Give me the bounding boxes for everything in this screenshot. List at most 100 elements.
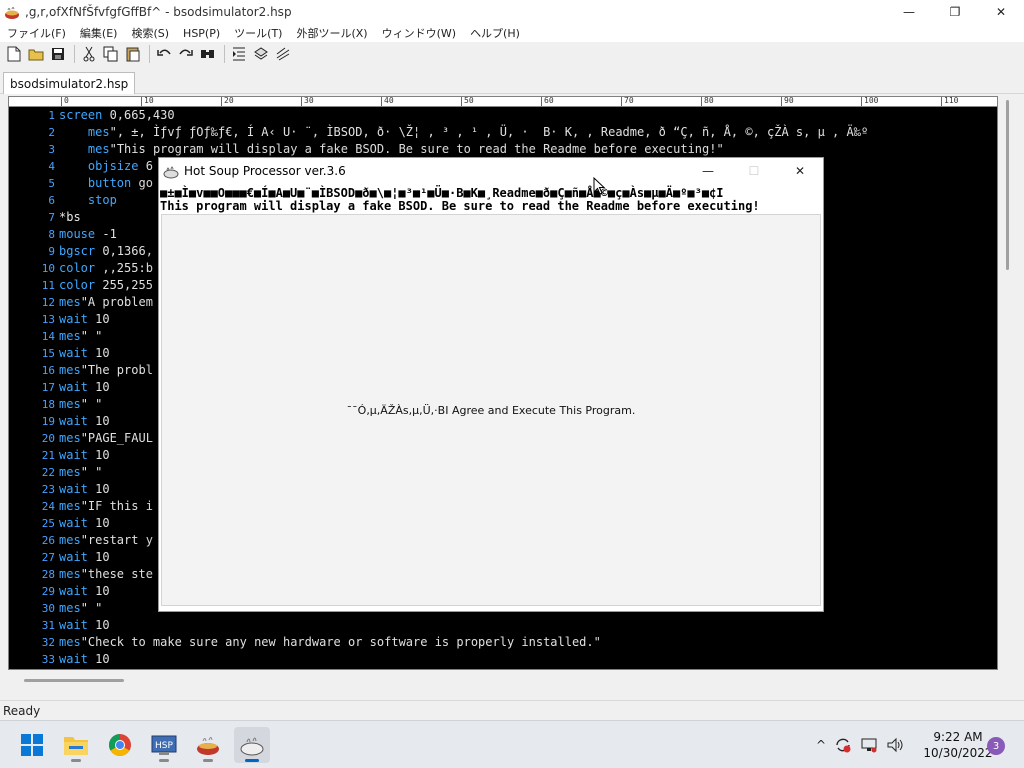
line-number: 3 bbox=[48, 143, 55, 156]
code-token: 0,665,430 bbox=[102, 108, 175, 122]
code-line[interactable]: mes"Check to make sure any new hardware … bbox=[59, 634, 997, 651]
vertical-scrollbar[interactable] bbox=[1000, 96, 1016, 670]
code-line[interactable]: screen 0,665,430 bbox=[59, 107, 997, 124]
redo-icon[interactable] bbox=[176, 44, 196, 64]
open-folder-icon[interactable] bbox=[26, 44, 46, 64]
menu-hsp[interactable]: HSP(P) bbox=[176, 27, 227, 40]
code-token: -1 bbox=[95, 227, 117, 241]
code-line[interactable]: mes"This program will display a fake BSO… bbox=[59, 141, 997, 158]
save-icon[interactable] bbox=[48, 44, 68, 64]
mouse-cursor-icon bbox=[593, 177, 605, 195]
keyword-token: mouse bbox=[59, 227, 96, 241]
hsp-editor-icon[interactable] bbox=[190, 727, 226, 763]
active-indicator bbox=[245, 759, 259, 762]
keyword-token: wait bbox=[59, 414, 88, 428]
close-icon: ✕ bbox=[995, 5, 1007, 19]
dialog-titlebar[interactable]: Hot Soup Processor ver.3.6 — ☐ ✕ bbox=[159, 158, 823, 184]
dialog-close-button[interactable]: ✕ bbox=[777, 158, 823, 184]
dialog-minimize-button[interactable]: — bbox=[685, 158, 731, 184]
notification-badge[interactable]: 3 bbox=[987, 737, 1005, 755]
menu-help[interactable]: ヘルプ(H) bbox=[463, 25, 527, 41]
dialog-title: Hot Soup Processor ver.3.6 bbox=[184, 164, 346, 178]
keyword-token: wait bbox=[59, 550, 88, 564]
keyword-token: mes bbox=[59, 397, 81, 411]
code-line[interactable]: wait 10 bbox=[59, 617, 997, 634]
ruler-mark: 110 bbox=[941, 97, 958, 106]
horizontal-scrollbar[interactable] bbox=[8, 670, 998, 688]
system-tray: ^ bbox=[812, 721, 908, 768]
keyword-token: mes bbox=[59, 533, 81, 547]
hsp-assistant-icon[interactable]: HSP bbox=[146, 727, 182, 763]
volume-icon[interactable] bbox=[882, 737, 908, 753]
menu-external-tools[interactable]: 外部ツール(X) bbox=[289, 25, 374, 41]
code-token: 10 bbox=[87, 618, 110, 632]
indent-icon[interactable] bbox=[229, 44, 249, 64]
window-titlebar[interactable]: ,g,r,ofXfNfŠfvfgfGffBf^ - bsodsimulator2… bbox=[0, 0, 1024, 24]
sync-alert-icon[interactable] bbox=[830, 736, 856, 754]
windows-start-icon[interactable] bbox=[14, 727, 50, 763]
code-token: "these ste bbox=[80, 567, 153, 581]
menu-tools[interactable]: ツール(T) bbox=[227, 25, 289, 41]
menu-edit[interactable]: 編集(E) bbox=[73, 25, 125, 41]
code-token: 255,255 bbox=[95, 278, 153, 292]
menu-file[interactable]: ファイル(F) bbox=[0, 25, 73, 41]
code-line[interactable]: wait 10 bbox=[59, 651, 997, 668]
line-number: 13 bbox=[41, 313, 55, 326]
copy-icon[interactable] bbox=[101, 44, 121, 64]
keyword-token: wait bbox=[59, 312, 88, 326]
keyword-token: wait bbox=[59, 482, 88, 496]
keyword-token: wait bbox=[59, 516, 88, 530]
keyword-token: wait bbox=[59, 448, 88, 462]
code-token: " " bbox=[80, 329, 103, 343]
minimize-icon: — bbox=[903, 5, 915, 19]
ruler-mark: 90 bbox=[781, 97, 794, 106]
horizontal-scroll-thumb[interactable] bbox=[24, 679, 124, 682]
network-icon[interactable] bbox=[856, 737, 882, 753]
ruler-mark: 10 bbox=[141, 97, 154, 106]
keyword-token: wait bbox=[59, 380, 88, 394]
keyword-token: mes bbox=[59, 329, 81, 343]
hot-soup-processor-taskbar-icon[interactable] bbox=[234, 727, 270, 763]
code-token: 10 bbox=[87, 482, 110, 496]
keyword-token: mes bbox=[59, 601, 81, 615]
line-number: 16 bbox=[41, 364, 55, 377]
line-number: 19 bbox=[41, 415, 55, 428]
line-number: 8 bbox=[48, 228, 55, 241]
cut-icon[interactable] bbox=[79, 44, 99, 64]
minimize-button[interactable]: — bbox=[886, 0, 932, 24]
line-number: 33 bbox=[41, 653, 55, 666]
line-number: 9 bbox=[48, 245, 55, 258]
code-token: 10 bbox=[87, 380, 110, 394]
new-file-icon[interactable] bbox=[4, 44, 24, 64]
desktop: ,g,r,ofXfNfŠfvfgfGffBf^ - bsodsimulator2… bbox=[0, 0, 1024, 768]
keyword-token: screen bbox=[59, 108, 103, 122]
line-number: 15 bbox=[41, 347, 55, 360]
hsp-runtime-window[interactable]: Hot Soup Processor ver.3.6 — ☐ ✕ ■±■Ì■v■… bbox=[158, 157, 824, 612]
tab-bsodsimulator2[interactable]: bsodsimulator2.hsp bbox=[3, 72, 136, 94]
compile-icon[interactable] bbox=[251, 44, 271, 64]
menu-search[interactable]: 検索(S) bbox=[124, 25, 176, 41]
code-line[interactable]: mes", ±, Ìƒvƒ ƒOƒ‰ƒ€, Í A‹ U· ¨, ÌBSOD, … bbox=[59, 124, 997, 141]
maximize-button[interactable]: ❐ bbox=[932, 0, 978, 24]
chrome-icon[interactable] bbox=[102, 727, 138, 763]
vertical-scroll-thumb[interactable] bbox=[1006, 100, 1009, 270]
agree-and-execute-button[interactable]: ¯¯Ó,µ,ÄŽÀs,µ,Ü,·BI Agree and Execute Thi… bbox=[161, 214, 821, 606]
run-icon[interactable] bbox=[273, 44, 293, 64]
code-token: "PAGE_FAUL bbox=[80, 431, 153, 445]
line-number: 14 bbox=[41, 330, 55, 343]
menu-window[interactable]: ウィンドウ(W) bbox=[375, 25, 463, 41]
running-indicator bbox=[71, 759, 81, 762]
undo-icon[interactable] bbox=[154, 44, 174, 64]
keyword-token: stop bbox=[87, 193, 117, 207]
keyword-token: mes bbox=[87, 125, 110, 139]
line-number: 17 bbox=[41, 381, 55, 394]
close-button[interactable]: ✕ bbox=[978, 0, 1024, 24]
file-explorer-icon[interactable] bbox=[58, 727, 94, 763]
keyword-token: mes bbox=[59, 465, 81, 479]
keyword-token: objsize bbox=[87, 159, 139, 173]
line-number: 32 bbox=[41, 636, 55, 649]
show-hidden-icons-icon[interactable]: ^ bbox=[812, 738, 830, 752]
ruler-mark: 40 bbox=[381, 97, 394, 106]
paste-icon[interactable] bbox=[123, 44, 143, 64]
find-icon[interactable] bbox=[198, 44, 218, 64]
